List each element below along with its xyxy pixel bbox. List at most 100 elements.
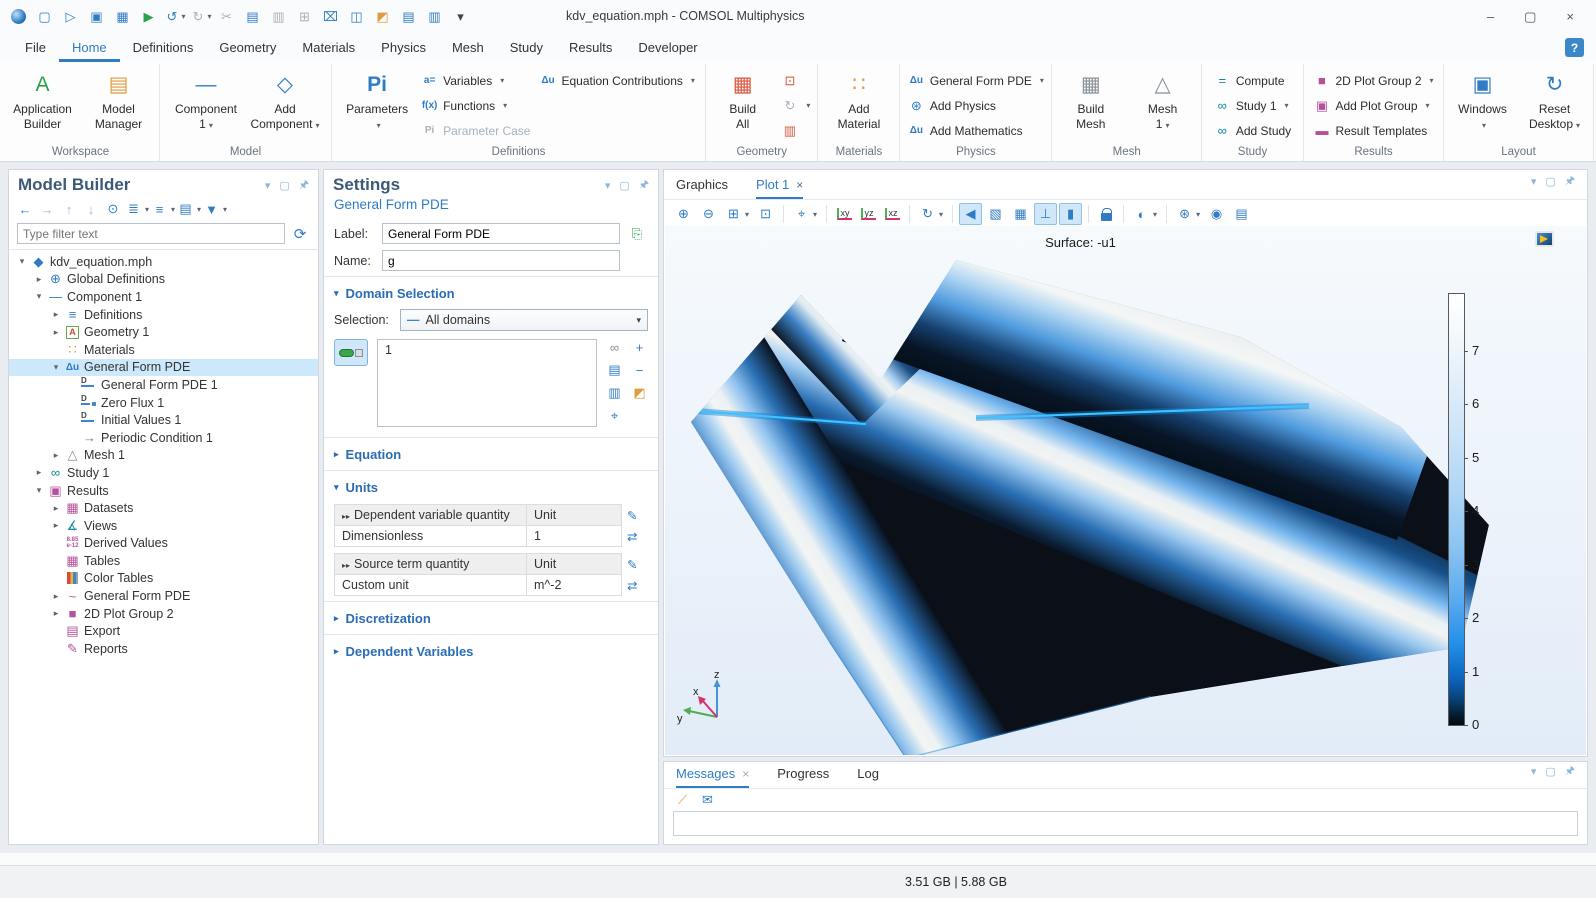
collapse-arrow-icon[interactable]: ▾ bbox=[32, 291, 46, 302]
units-table-cell[interactable]: 1 bbox=[527, 526, 622, 547]
windows-button[interactable]: ▣Windows▾ bbox=[1448, 65, 1517, 133]
tree-item-general-form-pde[interactable]: ▸~General Form PDE bbox=[9, 587, 318, 605]
active-toggle-button[interactable] bbox=[334, 339, 368, 366]
collapse-all-button[interactable]: ≡▾ bbox=[151, 199, 175, 219]
panel-pin-icon[interactable]: 🖈 bbox=[639, 176, 649, 195]
expand-arrow-icon[interactable]: ▸ bbox=[49, 503, 63, 514]
section-discretization[interactable]: ▸ Discretization bbox=[324, 604, 658, 632]
section-domain-selection[interactable]: ▾ Domain Selection bbox=[324, 279, 658, 307]
name-field-input[interactable] bbox=[382, 250, 620, 271]
tree-item-derived-values[interactable]: 8.85e-12Derived Values bbox=[9, 535, 318, 553]
selection-dropdown[interactable]: — All domains ▾ bbox=[400, 309, 648, 331]
selection-list[interactable]: 1 bbox=[377, 339, 597, 427]
show-toggle-button[interactable]: ⊙ bbox=[103, 199, 123, 219]
close-button[interactable]: × bbox=[1566, 9, 1574, 25]
axis-orientation-button[interactable]: ⊥ bbox=[1034, 203, 1057, 225]
tree-item-kdv-equation-mph[interactable]: ▾◆kdv_equation.mph bbox=[9, 253, 318, 271]
copy-button[interactable]: ▤ bbox=[240, 5, 265, 29]
model-manager-button[interactable]: ▤ModelManager bbox=[82, 65, 155, 132]
save-as-button[interactable]: ▦ bbox=[110, 5, 135, 29]
geom-partition-button[interactable]: ▥ bbox=[778, 120, 813, 141]
panel-pin-icon[interactable]: 🖈 bbox=[1565, 762, 1575, 781]
move-down-button[interactable]: ↓ bbox=[81, 199, 101, 219]
tree-item-results[interactable]: ▾▣Results bbox=[9, 482, 318, 500]
paste-button[interactable]: ▥ bbox=[266, 5, 291, 29]
save-button[interactable]: ▣ bbox=[84, 5, 109, 29]
maximize-button[interactable]: ▢ bbox=[1524, 9, 1536, 25]
change-unit-icon[interactable]: ⇄ bbox=[627, 529, 637, 544]
tree-item-component-1[interactable]: ▾—Component 1 bbox=[9, 288, 318, 306]
clear-messages-button[interactable]: ⟋ bbox=[674, 792, 691, 808]
tree-item-datasets[interactable]: ▸▦Datasets bbox=[9, 499, 318, 517]
move-up-button[interactable]: ↑ bbox=[59, 199, 79, 219]
document-preview-button[interactable]: ▥ bbox=[422, 5, 447, 29]
scene-light-button[interactable]: ◀ bbox=[959, 203, 982, 225]
mesh-button[interactable]: △Mesh1▾ bbox=[1128, 65, 1197, 133]
panel-float-icon[interactable]: ▢ bbox=[1545, 765, 1555, 778]
tree-item-periodic-condition-1[interactable]: →Periodic Condition 1 bbox=[9, 429, 318, 447]
close-tab-icon[interactable]: × bbox=[742, 767, 749, 781]
cut-button[interactable]: ✂ bbox=[214, 5, 239, 29]
ribbon-tab-geometry[interactable]: Geometry bbox=[206, 36, 289, 62]
collapse-arrow-icon[interactable]: ▾ bbox=[15, 256, 29, 267]
edit-quantity-icon[interactable]: ✎ bbox=[627, 508, 637, 523]
tree-item-export[interactable]: ▤Export bbox=[9, 622, 318, 640]
parameter-case-button[interactable]: PiParameter Case bbox=[418, 120, 533, 141]
ribbon-tab-definitions[interactable]: Definitions bbox=[120, 36, 207, 62]
add-physics-button[interactable]: ⊛Add Physics bbox=[905, 95, 1047, 116]
edit-quantity-icon[interactable]: ✎ bbox=[627, 557, 637, 572]
run-button[interactable]: ▶ bbox=[136, 5, 161, 29]
view-yz-button[interactable]: yz bbox=[857, 203, 879, 225]
panel-pin-icon[interactable]: 🖈 bbox=[1565, 172, 1575, 191]
ribbon-tab-study[interactable]: Study bbox=[497, 36, 556, 62]
messages-output[interactable] bbox=[673, 811, 1578, 836]
zoom-extents-button[interactable]: ⊡ bbox=[754, 203, 777, 225]
panel-pin-icon[interactable]: 🖈 bbox=[299, 176, 309, 195]
expand-arrow-icon[interactable]: ▸ bbox=[49, 591, 63, 602]
panel-menu-icon[interactable]: ▾ bbox=[1531, 175, 1537, 188]
tree-item-views[interactable]: ▸∡Views bbox=[9, 517, 318, 535]
view-xy-button[interactable]: xy bbox=[833, 203, 855, 225]
plot-area[interactable]: Surface: -u1 bbox=[665, 226, 1586, 755]
undo-button[interactable]: ↺▾ bbox=[162, 5, 187, 29]
plot-group-2d-button[interactable]: ■2D Plot Group 2▾ bbox=[1310, 70, 1436, 91]
add-math-button[interactable]: ΔuAdd Mathematics bbox=[905, 120, 1047, 141]
expand-arrow-icon[interactable]: ▸ bbox=[32, 467, 46, 478]
panel-menu-icon[interactable]: ▾ bbox=[605, 179, 611, 192]
add-plot-group-button[interactable]: ▣Add Plot Group▾ bbox=[1310, 95, 1436, 116]
remove-from-selection-button[interactable]: − bbox=[631, 362, 648, 378]
expand-arrow-icon[interactable]: ▸ bbox=[32, 274, 46, 285]
ribbon-tab-physics[interactable]: Physics bbox=[368, 36, 439, 62]
tree-item-2d-plot-group-2[interactable]: ▸■2D Plot Group 2 bbox=[9, 605, 318, 623]
variables-button[interactable]: a=Variables▾ bbox=[418, 70, 533, 91]
compute-button[interactable]: =Compute bbox=[1211, 70, 1294, 91]
refresh-icon[interactable]: ⟳ bbox=[290, 224, 310, 244]
add-study-button[interactable]: ∞Add Study bbox=[1211, 120, 1294, 141]
paste-selection-button[interactable]: ▥ bbox=[606, 385, 623, 401]
tree-item-general-form-pde[interactable]: ▾ΔuGeneral Form PDE bbox=[9, 359, 318, 377]
node-view-button[interactable]: ▤▾ bbox=[177, 199, 201, 219]
tree-item-global-definitions[interactable]: ▸⊕Global Definitions bbox=[9, 271, 318, 289]
environment-reflections-button[interactable]: ◐▾ bbox=[1130, 203, 1160, 225]
minimize-button[interactable]: – bbox=[1487, 9, 1494, 25]
tree-filter-input[interactable] bbox=[17, 223, 285, 244]
section-dependent-variables[interactable]: ▸ Dependent Variables bbox=[324, 637, 658, 665]
clear-selection-button[interactable]: ◩ bbox=[370, 5, 395, 29]
tree-item-definitions[interactable]: ▸≡Definitions bbox=[9, 306, 318, 324]
forward-button[interactable]: → bbox=[37, 199, 57, 219]
select-box-button[interactable]: ◫ bbox=[344, 5, 369, 29]
delete-button[interactable]: ⌧ bbox=[318, 5, 343, 29]
open-message-window-button[interactable]: ✉ bbox=[699, 792, 716, 808]
tab-plot-1[interactable]: Plot 1× bbox=[756, 177, 803, 199]
panel-float-icon[interactable]: ▢ bbox=[279, 179, 289, 192]
collapse-arrow-icon[interactable]: ▾ bbox=[49, 362, 63, 373]
zoom-out-button[interactable]: ⊖ bbox=[697, 203, 720, 225]
geom-update-button[interactable]: ↻▾ bbox=[778, 95, 813, 116]
tree-item-mesh-1[interactable]: ▸△Mesh 1 bbox=[9, 447, 318, 465]
build-mesh-button[interactable]: ▦BuildMesh bbox=[1056, 65, 1125, 132]
zoom-to-selection-button[interactable]: ⌖ bbox=[606, 408, 623, 424]
section-equation[interactable]: ▸ Equation bbox=[324, 440, 658, 468]
expand-arrow-icon[interactable]: ▸ bbox=[49, 608, 63, 619]
tab-graphics[interactable]: Graphics bbox=[676, 177, 728, 199]
tree-item-study-1[interactable]: ▸∞Study 1 bbox=[9, 464, 318, 482]
